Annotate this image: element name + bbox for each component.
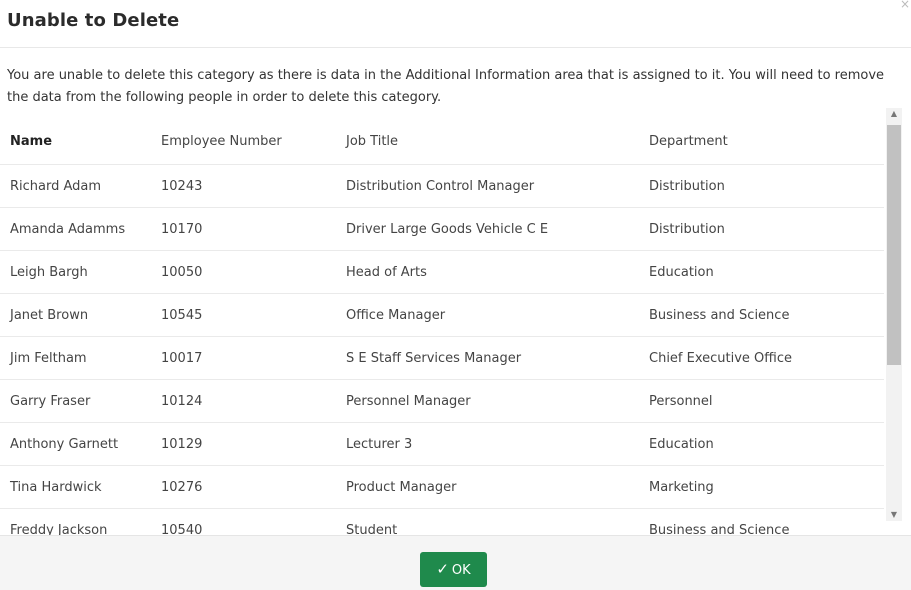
- cell-employee-number: 10017: [161, 350, 203, 366]
- column-header-employee-number: Employee Number: [161, 133, 282, 149]
- cell-department: Marketing: [649, 479, 714, 495]
- cell-job-title: Head of Arts: [346, 264, 427, 280]
- scrollbar-thumb[interactable]: [887, 125, 901, 365]
- scroll-up-icon[interactable]: ▲: [886, 108, 902, 120]
- table-row[interactable]: Jim Feltham 10017 S E Staff Services Manag…: [0, 337, 884, 380]
- ok-button-label: OK: [451, 563, 471, 578]
- table-row[interactable]: Freddy Jackson 10540 Student Business and S…: [0, 509, 884, 536]
- cell-name: Tina Hardwick: [10, 479, 102, 495]
- scroll-down-icon[interactable]: ▼: [886, 509, 902, 521]
- cell-name: Jim Feltham: [10, 350, 87, 366]
- dialog-footer: ✓ OK: [0, 535, 911, 590]
- cell-employee-number: 10276: [161, 479, 203, 495]
- dialog-header: Unable to Delete ×: [0, 0, 911, 48]
- dialog-title: Unable to Delete: [7, 10, 180, 31]
- cell-job-title: Office Manager: [346, 307, 446, 323]
- cell-name: Leigh Bargh: [10, 264, 88, 280]
- cell-department: Business and Science: [649, 307, 790, 323]
- ok-button[interactable]: ✓ OK: [420, 552, 487, 587]
- cell-job-title: Student: [346, 522, 398, 536]
- cell-job-title: S E Staff Services Manager: [346, 350, 522, 366]
- table-row[interactable]: Garry Fraser 10124 Personnel Manager Person…: [0, 380, 884, 423]
- cell-department: Distribution: [649, 221, 725, 237]
- people-table: Name Employee Number Job Title Departmen…: [0, 118, 884, 535]
- table-row[interactable]: Anthony Garnett 10129 Lecturer 3 Education: [0, 423, 884, 466]
- dialog-message: You are unable to delete this category a…: [7, 68, 885, 105]
- cell-employee-number: 10124: [161, 393, 203, 409]
- cell-name: Garry Fraser: [10, 393, 91, 409]
- check-icon: ✓: [436, 560, 449, 578]
- cell-job-title: Driver Large Goods Vehicle C E: [346, 221, 549, 237]
- cell-job-title: Distribution Control Manager: [346, 178, 535, 194]
- table-row[interactable]: Leigh Bargh 10050 Head of Arts Education: [0, 251, 884, 294]
- cell-department: Personnel: [649, 393, 713, 409]
- column-header-department: Department: [649, 133, 728, 149]
- cell-name: Janet Brown: [10, 307, 89, 323]
- table-row[interactable]: Amanda Adamms 10170 Driver Large Goods Veh…: [0, 208, 884, 251]
- people-table-container[interactable]: Name Employee Number Job Title Departmen…: [0, 118, 904, 535]
- cell-name: Anthony Garnett: [10, 436, 119, 452]
- cell-job-title: Product Manager: [346, 479, 457, 495]
- cell-employee-number: 10243: [161, 178, 203, 194]
- cell-department: Education: [649, 436, 714, 452]
- close-icon[interactable]: ×: [899, 0, 911, 11]
- column-header-job-title: Job Title: [346, 133, 399, 149]
- cell-department: Chief Executive Office: [649, 350, 793, 366]
- cell-department: Education: [649, 264, 714, 280]
- cell-department: Distribution: [649, 178, 725, 194]
- table-row[interactable]: Tina Hardwick 10276 Product Manager Marketi…: [0, 466, 884, 509]
- cell-job-title: Lecturer 3: [346, 436, 413, 452]
- cell-name: Richard Adam: [10, 178, 102, 194]
- cell-employee-number: 10540: [161, 522, 203, 536]
- cell-name: Freddy Jackson: [10, 522, 108, 536]
- cell-job-title: Personnel Manager: [346, 393, 471, 409]
- table-row[interactable]: Janet Brown 10545 Office Manager Business a…: [0, 294, 884, 337]
- cell-employee-number: 10170: [161, 221, 203, 237]
- cell-employee-number: 10050: [161, 264, 203, 280]
- unable-to-delete-dialog: Unable to Delete × You are unable to del…: [0, 0, 911, 590]
- cell-employee-number: 10545: [161, 307, 203, 323]
- cell-name: Amanda Adamms: [10, 221, 126, 237]
- table-row[interactable]: Richard Adam 10243 Distribution Control Ma…: [0, 165, 884, 208]
- cell-employee-number: 10129: [161, 436, 203, 452]
- cell-department: Business and Science: [649, 522, 790, 536]
- table-header-row: Name Employee Number Job Title Departmen…: [0, 118, 884, 165]
- column-header-name: Name: [10, 133, 53, 149]
- table-scrollbar[interactable]: ▲ ▼: [886, 108, 902, 521]
